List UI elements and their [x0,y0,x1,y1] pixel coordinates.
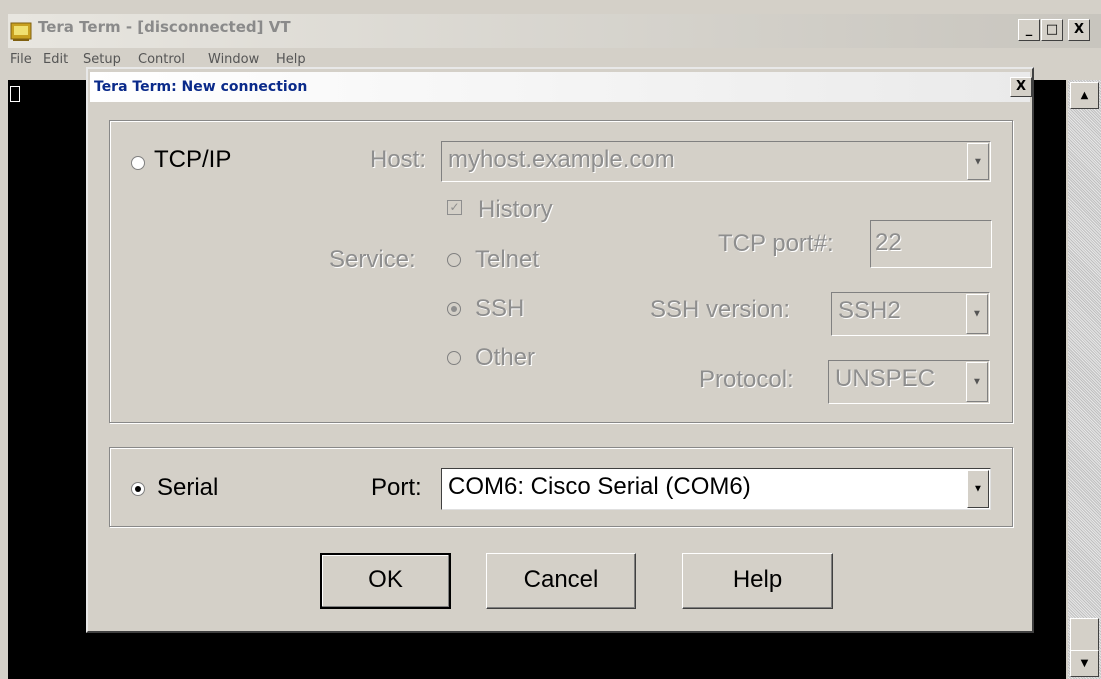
chevron-down-icon[interactable]: ▼ [967,470,989,508]
serial-label: Serial [157,474,219,501]
tcpip-label: TCP/IP [154,146,232,173]
dialog-close-button[interactable]: X [1010,77,1032,97]
dialog-title: Tera Term: New connection [94,79,308,95]
ssh-version-value: SSH2 [838,297,901,324]
maximize-button[interactable]: □ [1041,19,1063,41]
service-label: Service: [329,246,416,273]
host-combobox[interactable]: myhost.example.com ▼ [441,141,991,182]
other-radio[interactable] [447,351,461,365]
protocol-select[interactable]: UNSPEC ▼ [828,360,990,404]
dialog-titlebar[interactable]: Tera Term: New connection X [90,72,1032,102]
scroll-thumb[interactable] [1070,618,1099,654]
close-button[interactable]: X [1068,19,1090,41]
arrow-down-icon[interactable]: ▼ [1070,650,1099,677]
menu-window[interactable]: Window [208,52,259,67]
chevron-down-icon[interactable]: ▼ [966,294,988,334]
port-select[interactable]: COM6: Cisco Serial (COM6) ▼ [441,468,991,510]
vertical-scrollbar[interactable]: ▲ ▼ [1068,80,1101,679]
host-label: Host: [370,146,427,173]
help-button[interactable]: Help [682,553,833,609]
menu-edit[interactable]: Edit [43,52,68,67]
menu-setup[interactable]: Setup [83,52,121,67]
tcp-port-input[interactable]: 22 [870,220,992,268]
port-label: Port: [371,474,422,501]
tcp-port-value: 22 [875,229,902,256]
new-connection-dialog: Tera Term: New connection X TCP/IP Host:… [86,67,1034,633]
protocol-label: Protocol: [699,366,794,393]
ssh-label: SSH [475,295,525,322]
other-label: Other [475,344,536,371]
arrow-up-icon[interactable]: ▲ [1070,82,1099,109]
cancel-button[interactable]: Cancel [486,553,636,609]
telnet-label: Telnet [475,246,540,273]
ssh-version-select[interactable]: SSH2 ▼ [831,292,990,336]
history-checkbox[interactable]: ✓ [447,200,462,215]
menu-help[interactable]: Help [276,52,306,67]
port-value: COM6: Cisco Serial (COM6) [448,473,751,500]
protocol-value: UNSPEC [835,365,936,392]
chevron-down-icon[interactable]: ▼ [966,362,988,402]
host-value: myhost.example.com [448,146,675,173]
menu-file[interactable]: File [10,52,32,67]
tera-term-icon[interactable] [10,20,32,42]
tcpip-radio[interactable] [131,156,145,170]
menu-control[interactable]: Control [138,52,185,67]
window-title: Tera Term - [disconnected] VT [38,18,291,36]
history-label: History [478,196,553,223]
ssh-version-label: SSH version: [650,296,791,323]
telnet-radio[interactable] [447,253,461,267]
chevron-down-icon[interactable]: ▼ [967,143,989,180]
ok-button[interactable]: OK [320,553,451,609]
serial-radio[interactable] [131,482,145,496]
minimize-button[interactable]: _ [1018,19,1040,41]
tcp-port-label: TCP port#: [718,230,834,257]
terminal-cursor [10,86,20,102]
ssh-radio[interactable] [447,302,461,316]
